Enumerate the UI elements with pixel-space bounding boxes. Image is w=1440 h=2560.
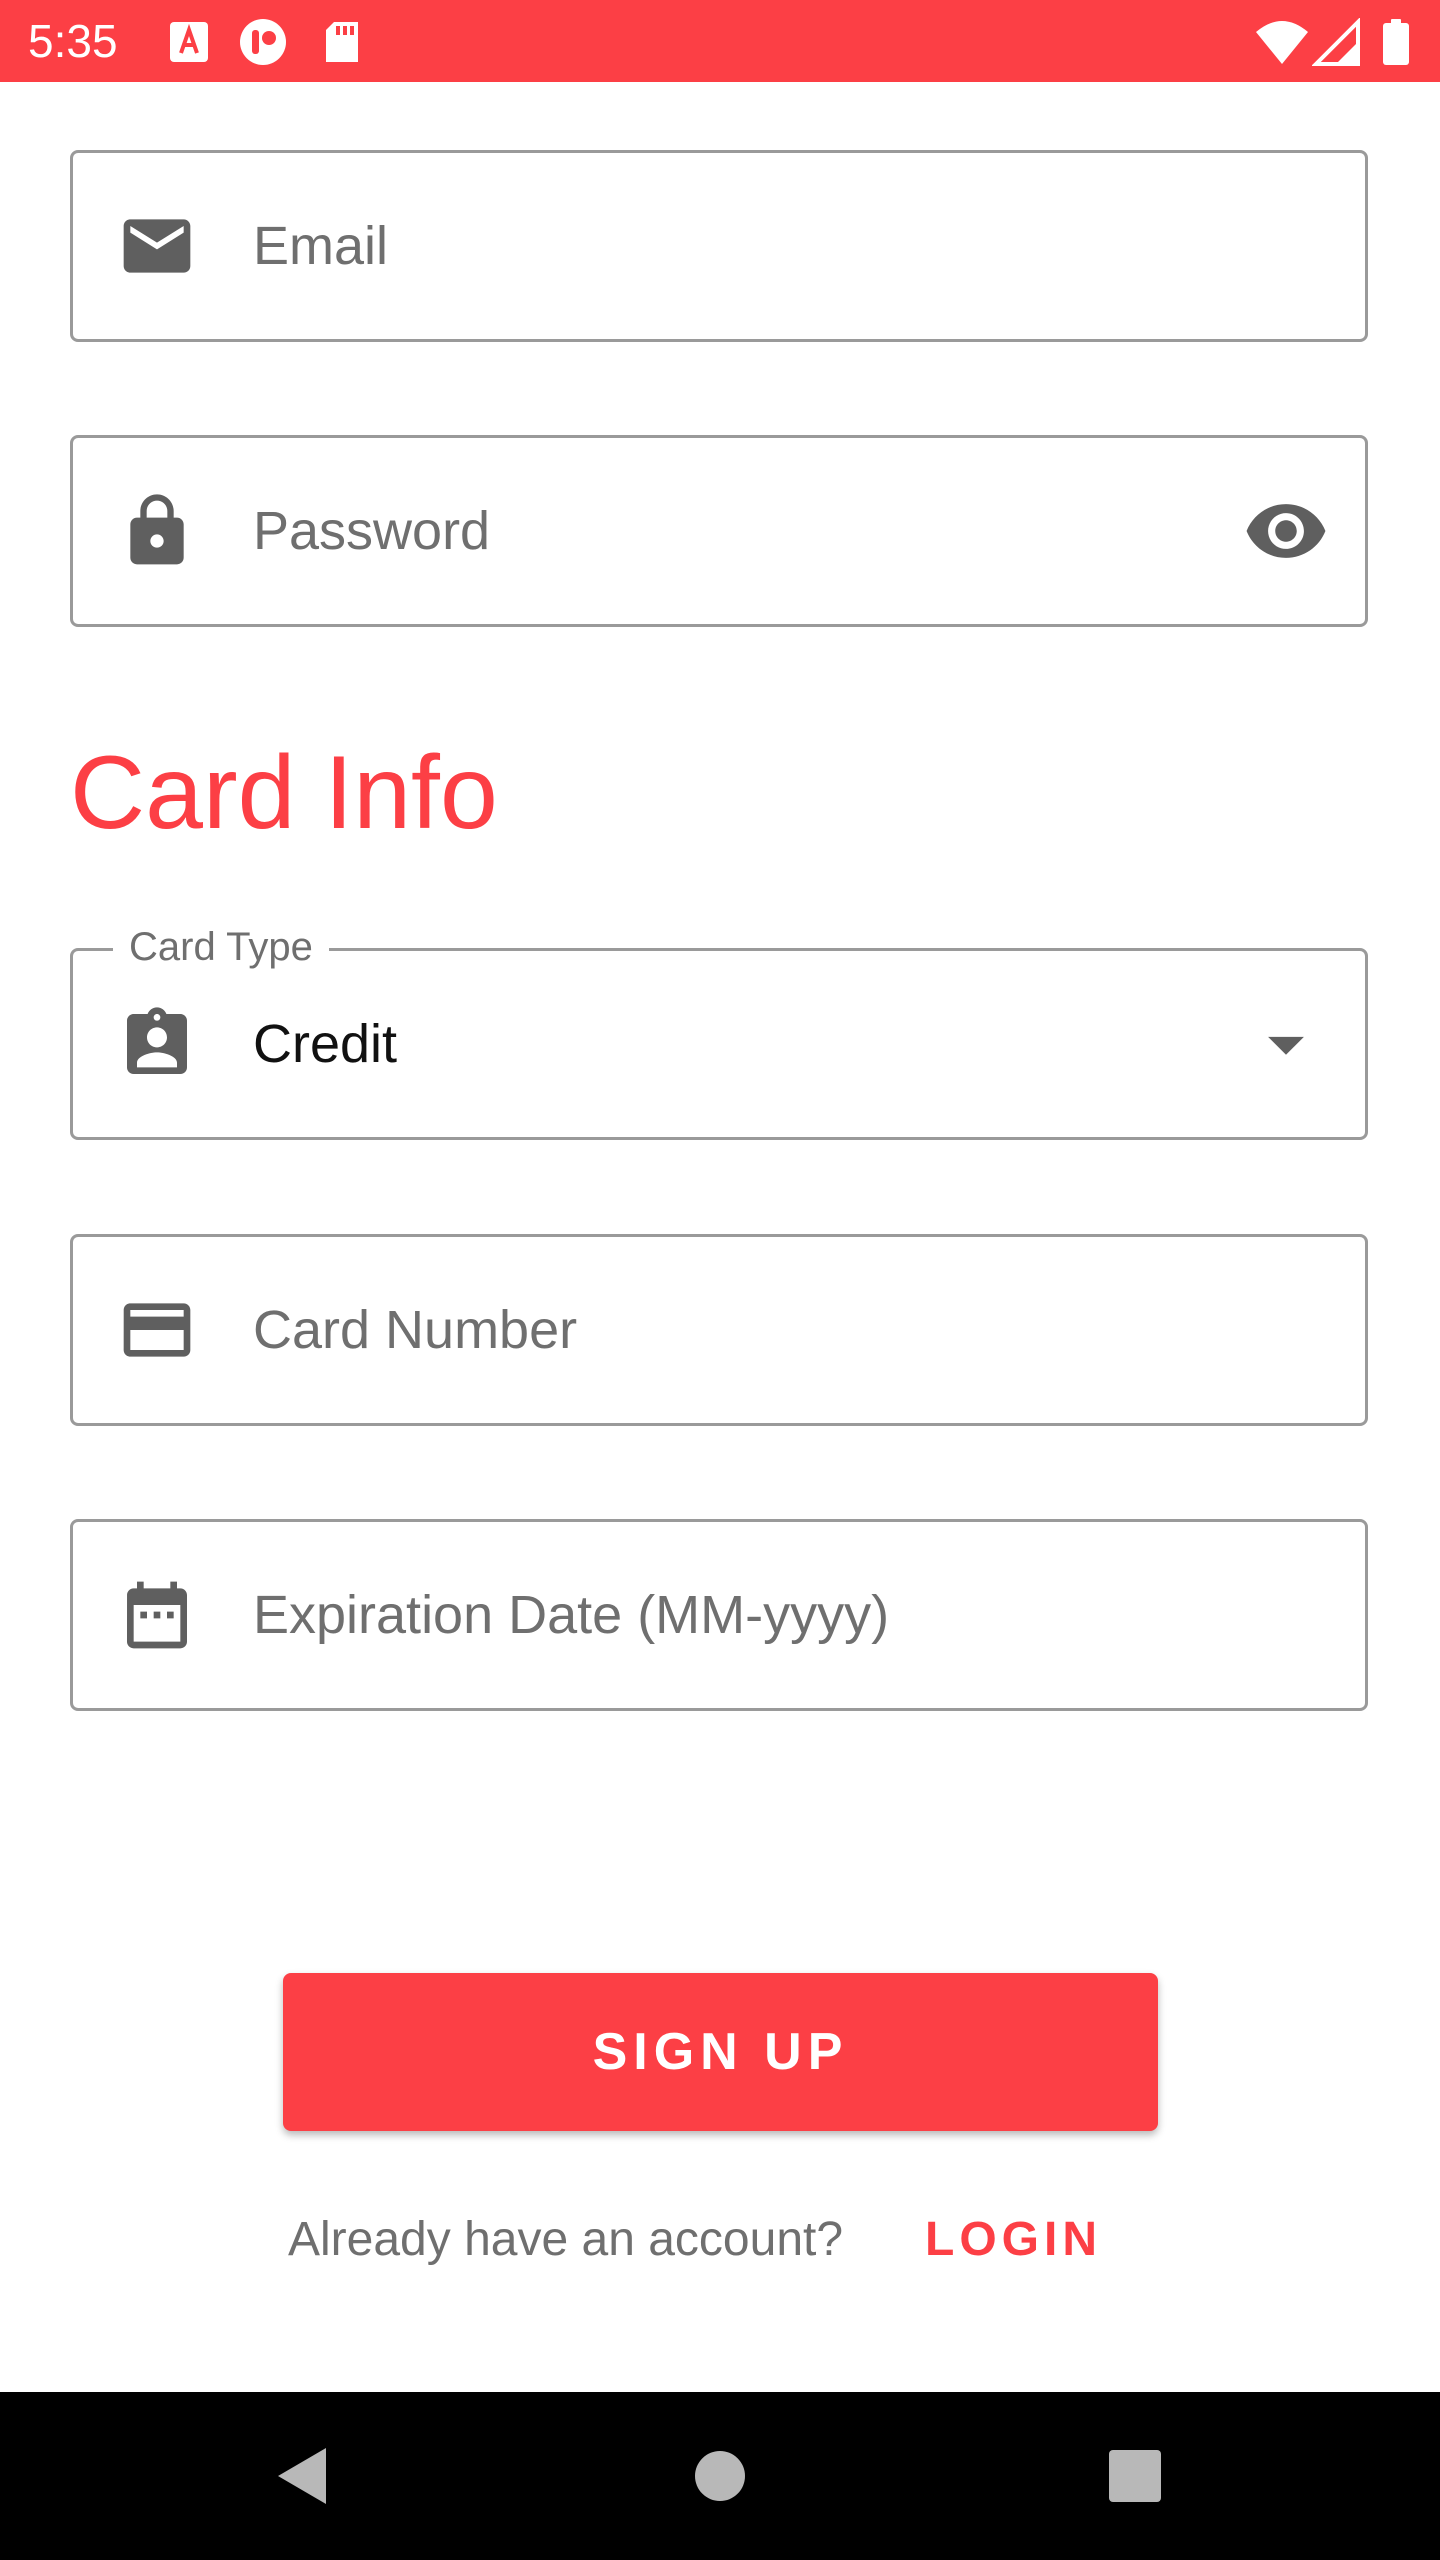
- card-type-value: Credit: [253, 1014, 398, 1074]
- status-time: 5:35: [28, 15, 118, 67]
- card-number-field[interactable]: Card Number: [70, 1234, 1368, 1426]
- password-field[interactable]: Password: [70, 435, 1368, 627]
- battery-icon: [1383, 19, 1409, 65]
- email-icon: [123, 219, 191, 273]
- sd-card-icon: [326, 22, 358, 62]
- status-bar: 5:35: [0, 0, 1440, 82]
- signup-button[interactable]: SIGN UP: [283, 1973, 1158, 2131]
- recents-icon[interactable]: [1108, 2449, 1162, 2503]
- expiration-date-field[interactable]: Expiration Date (MM-yyyy): [70, 1519, 1368, 1711]
- card-type-dropdown[interactable]: Card Type Credit: [70, 919, 1368, 1140]
- password-placeholder: Password: [253, 501, 491, 561]
- record-app-icon: [240, 19, 286, 65]
- email-placeholder: Email: [253, 216, 389, 276]
- badge-icon: [127, 1007, 187, 1074]
- card-info-title: Card Info: [70, 735, 498, 851]
- login-prompt: Already have an account?: [288, 2213, 844, 2266]
- visibility-eye-icon[interactable]: [1243, 488, 1329, 574]
- credit-card-icon: [123, 1303, 191, 1357]
- card-type-label: Card Type: [113, 919, 329, 975]
- dropdown-arrow-icon[interactable]: [1243, 1001, 1329, 1087]
- email-field[interactable]: Email: [70, 150, 1368, 342]
- card-number-placeholder: Card Number: [253, 1300, 578, 1360]
- home-icon[interactable]: [694, 2450, 746, 2502]
- calendar-icon: [127, 1581, 187, 1649]
- signup-button-label: SIGN UP: [592, 2023, 849, 2081]
- login-link[interactable]: LOGIN: [925, 2200, 1102, 2280]
- back-icon[interactable]: [272, 2444, 332, 2508]
- lock-icon: [130, 494, 184, 565]
- font-a-icon: [170, 22, 208, 62]
- navigation-bar: [0, 2392, 1440, 2560]
- wifi-icon: [1256, 21, 1308, 64]
- expiration-date-placeholder: Expiration Date (MM-yyyy): [253, 1585, 890, 1645]
- cellular-signal-icon: [1312, 18, 1360, 66]
- login-row: Already have an account? LOGIN: [0, 2200, 1440, 2280]
